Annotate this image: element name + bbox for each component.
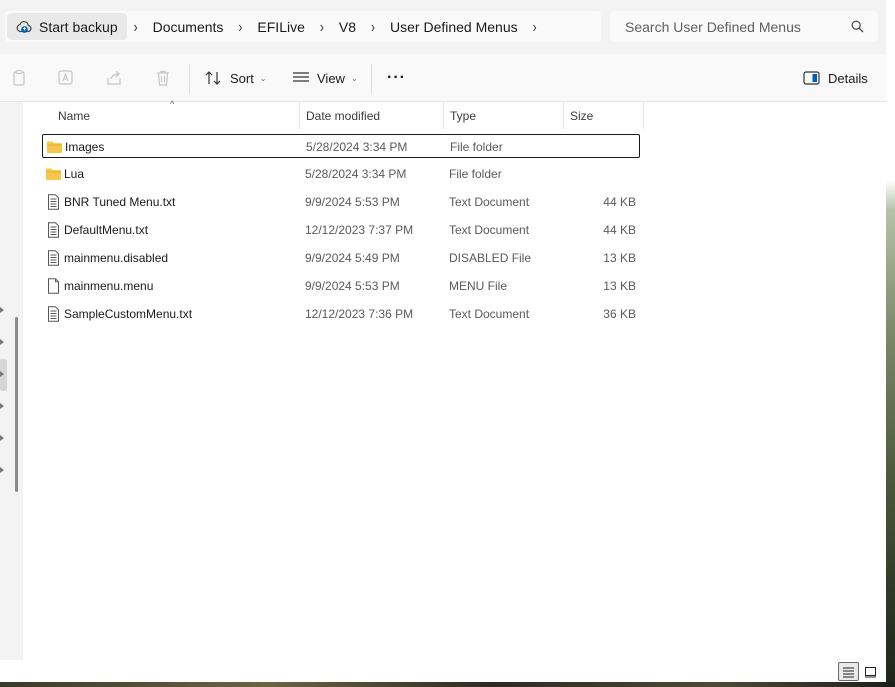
text-document-icon (48, 250, 59, 266)
breadcrumb-item-efilive[interactable]: EFILive (249, 19, 312, 35)
chevron-down-icon: ⌄ (350, 73, 358, 83)
file-name: Images (65, 140, 105, 154)
chevron-down-icon: ⌄ (259, 73, 267, 83)
file-size: 44 KB (603, 223, 636, 237)
more-options-button[interactable]: ··· (387, 66, 406, 90)
breadcrumb-item-user-defined-menus[interactable]: User Defined Menus (382, 19, 526, 35)
details-view-icon (843, 667, 854, 677)
breadcrumb-root-label: Start backup (39, 18, 118, 35)
copy-icon[interactable] (10, 69, 28, 87)
file-name: mainmenu.disabled (64, 251, 169, 265)
file-row[interactable]: Images 5/28/2024 3:34 PM File folder (42, 134, 640, 158)
file-row[interactable]: SampleCustomMenu.txt 12/12/2023 7:36 PM … (42, 302, 640, 326)
details-view-button[interactable] (838, 662, 859, 681)
file-size: 36 KB (603, 307, 636, 321)
file-name: mainmenu.menu (64, 279, 154, 293)
text-document-icon (48, 194, 59, 210)
file-row[interactable]: mainmenu.disabled 9/9/2024 5:49 PM DISAB… (42, 246, 640, 270)
column-header-date-modified[interactable]: Date modified (300, 102, 444, 129)
file-type: File folder (449, 167, 502, 181)
file-size: 13 KB (603, 279, 636, 293)
file-date: 9/9/2024 5:53 PM (305, 195, 400, 209)
breadcrumb-item-v8[interactable]: V8 (331, 19, 364, 35)
toolbar-divider (371, 64, 372, 94)
breadcrumb-root-start-backup[interactable]: Start backup (7, 13, 127, 40)
expand-arrow-icon[interactable] (0, 467, 4, 473)
tiles-view-button[interactable] (860, 662, 881, 681)
expand-arrow-icon[interactable] (0, 339, 4, 345)
blank-file-icon (48, 278, 59, 294)
search-icon (851, 20, 864, 33)
command-bar: Sort ⌄ View ⌄ ··· Details (0, 54, 886, 102)
chevron-right-icon[interactable]: › (231, 17, 249, 35)
file-row[interactable]: DefaultMenu.txt 12/12/2023 7:37 PM Text … (42, 218, 640, 242)
file-row[interactable]: Lua 5/28/2024 3:34 PM File folder (42, 162, 640, 186)
address-bar: Start backup › Documents › EFILive › V8 … (0, 0, 886, 54)
delete-icon[interactable] (154, 69, 172, 87)
share-icon[interactable] (105, 69, 123, 87)
expand-arrow-icon[interactable] (0, 403, 4, 409)
sort-icon (205, 71, 221, 85)
expand-arrow-icon[interactable] (0, 307, 4, 313)
file-type: Text Document (449, 195, 530, 209)
file-date: 5/28/2024 3:34 PM (305, 167, 407, 181)
column-header-type[interactable]: Type (444, 102, 564, 129)
cloud-backup-icon (16, 20, 32, 33)
file-type: DISABLED File (449, 251, 532, 265)
view-label: View (317, 70, 345, 86)
file-size: 13 KB (603, 251, 636, 265)
chevron-right-icon[interactable]: › (364, 17, 382, 35)
toolbar-divider (189, 64, 190, 94)
file-size: 44 KB (603, 195, 636, 209)
details-pane-icon (803, 71, 820, 85)
column-header-size[interactable]: Size (564, 102, 644, 129)
folder-icon (47, 141, 62, 153)
expand-arrow-icon[interactable] (0, 371, 4, 377)
text-document-icon (48, 222, 59, 238)
file-type: MENU File (449, 279, 508, 293)
chevron-right-icon[interactable]: › (127, 17, 145, 35)
tiles-view-icon (865, 666, 876, 677)
details-pane-button[interactable]: Details (803, 66, 868, 90)
file-date: 12/12/2023 7:36 PM (305, 307, 414, 321)
details-label: Details (828, 70, 868, 86)
chevron-right-icon[interactable]: › (526, 17, 544, 35)
file-explorer-window: Start backup › Documents › EFILive › V8 … (0, 0, 886, 682)
navigation-pane[interactable] (0, 102, 23, 660)
expand-arrow-icon[interactable] (0, 435, 4, 441)
sort-button[interactable]: Sort ⌄ (205, 66, 267, 90)
file-row[interactable]: mainmenu.menu 9/9/2024 5:53 PM MENU File… (42, 274, 640, 298)
file-date: 9/9/2024 5:49 PM (305, 251, 400, 265)
file-type: File folder (450, 140, 503, 154)
chevron-right-icon[interactable]: › (313, 17, 331, 35)
taskbar-edge (0, 682, 895, 687)
text-document-icon (48, 306, 59, 322)
nav-scrollbar[interactable] (15, 317, 18, 492)
file-type: Text Document (449, 307, 530, 321)
search-input[interactable]: Search User Defined Menus (610, 11, 878, 42)
breadcrumb[interactable]: Start backup › Documents › EFILive › V8 … (5, 11, 601, 42)
view-list-icon (293, 72, 309, 82)
breadcrumb-item-documents[interactable]: Documents (145, 19, 232, 35)
file-date: 9/9/2024 5:53 PM (305, 279, 400, 293)
file-row[interactable]: BNR Tuned Menu.txt 9/9/2024 5:53 PM Text… (42, 190, 640, 214)
file-type: Text Document (449, 223, 530, 237)
file-name: Lua (64, 167, 85, 181)
file-size (570, 162, 636, 186)
status-bar (0, 660, 886, 682)
file-name: BNR Tuned Menu.txt (64, 195, 176, 209)
column-header-name[interactable]: Name (52, 102, 300, 129)
sort-label: Sort (230, 70, 254, 86)
view-button[interactable]: View ⌄ (292, 66, 358, 90)
search-placeholder: Search User Defined Menus (625, 18, 801, 35)
file-name: SampleCustomMenu.txt (64, 307, 193, 321)
file-date: 5/28/2024 3:34 PM (306, 140, 408, 154)
file-date: 12/12/2023 7:37 PM (305, 223, 414, 237)
rename-icon[interactable] (57, 69, 75, 87)
file-name: DefaultMenu.txt (64, 223, 149, 237)
folder-icon (46, 168, 61, 180)
file-size (571, 135, 637, 159)
